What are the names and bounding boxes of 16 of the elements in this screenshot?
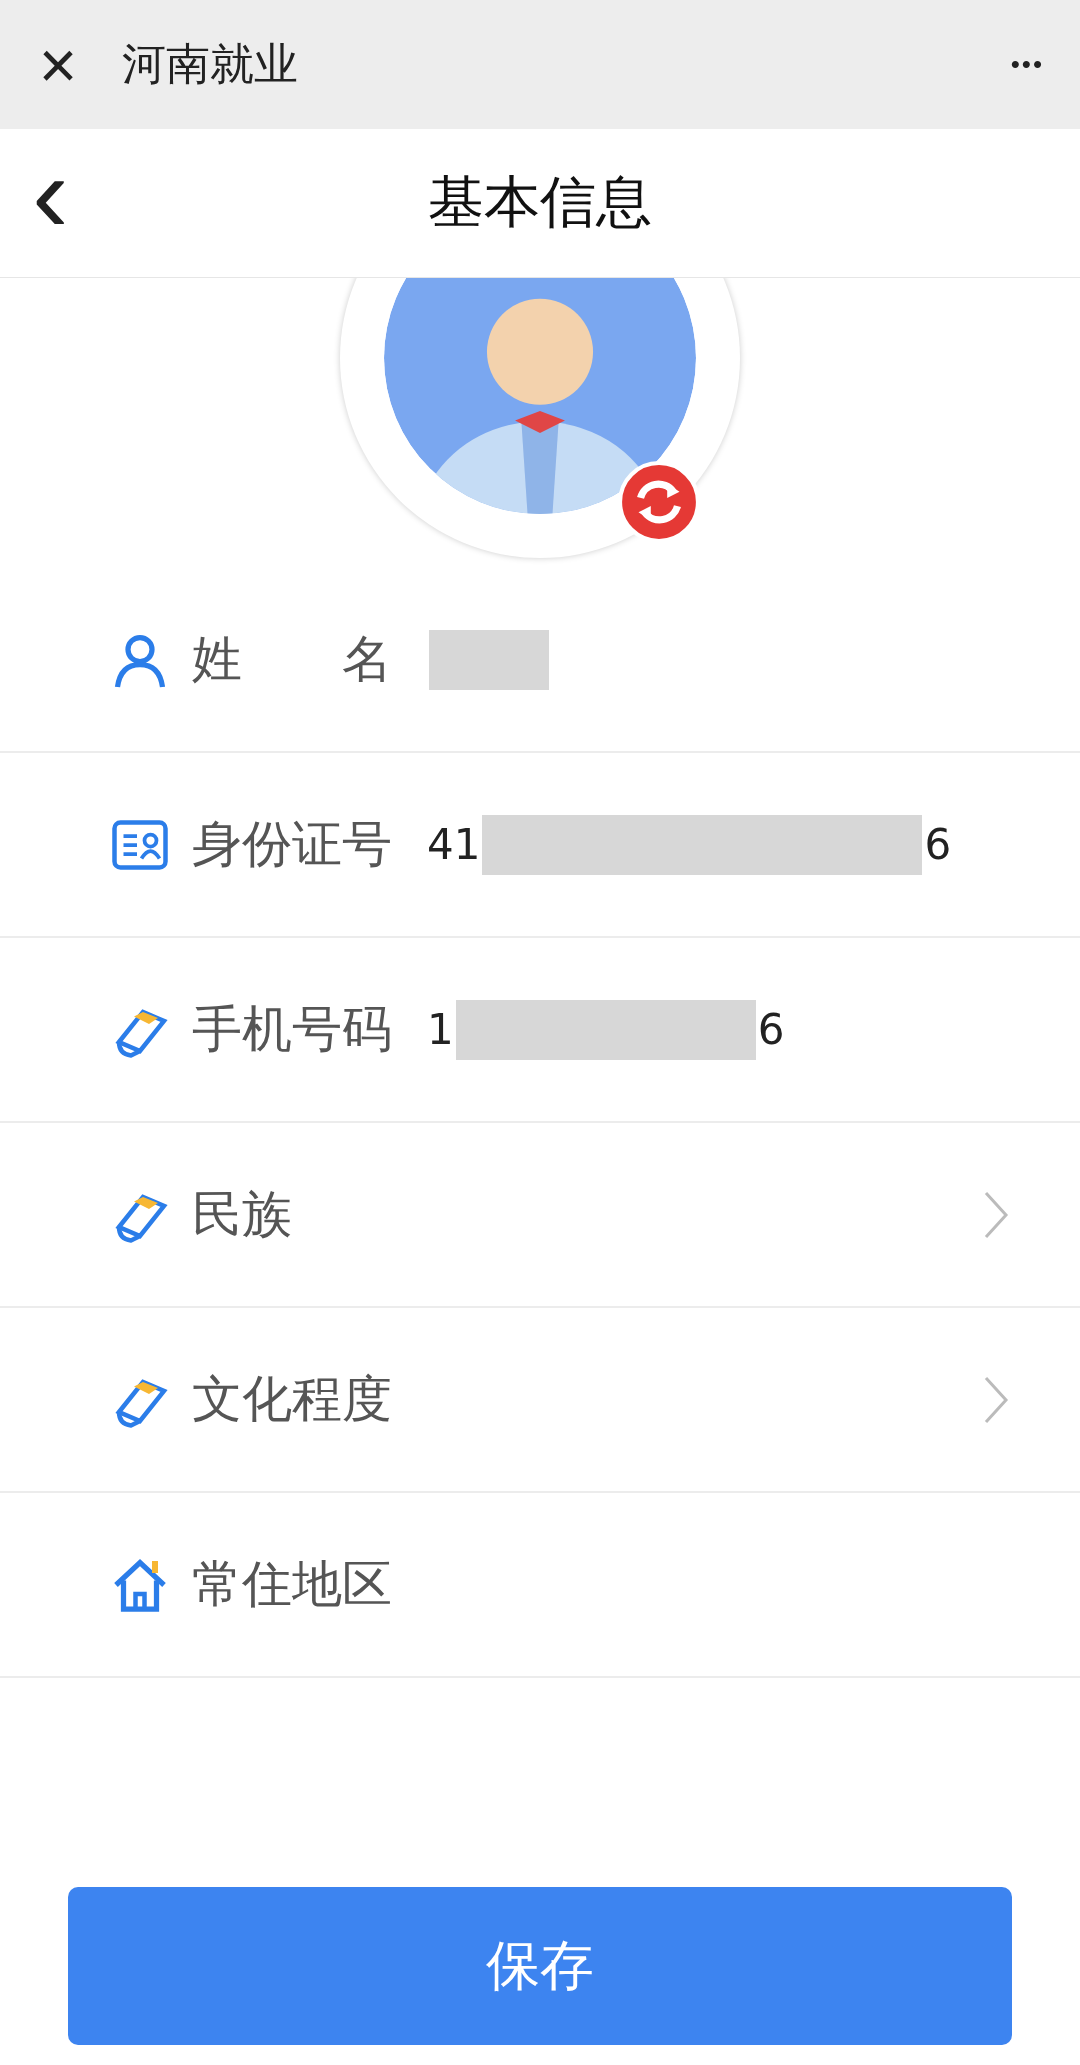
field-label: 身份证号: [192, 814, 393, 875]
field-value: 41: [427, 820, 481, 869]
more-button[interactable]: •••: [1004, 48, 1050, 81]
page-title: 基本信息: [428, 168, 652, 236]
field-label: 手机号码: [192, 999, 393, 1060]
field-label: 常住地区: [192, 1554, 393, 1615]
back-button[interactable]: ‹: [22, 139, 79, 267]
close-button[interactable]: ×: [28, 31, 88, 98]
field-label: 民族: [192, 1184, 293, 1245]
save-button[interactable]: 保存: [68, 1887, 1012, 2045]
field-value: 6: [757, 1005, 785, 1054]
field-label: 姓 名: [192, 629, 393, 690]
app-title: 河南就业: [122, 37, 299, 91]
field-label: 文化程度: [192, 1369, 393, 1430]
field-value: 6: [924, 820, 952, 869]
field-value: 1: [427, 1005, 454, 1054]
